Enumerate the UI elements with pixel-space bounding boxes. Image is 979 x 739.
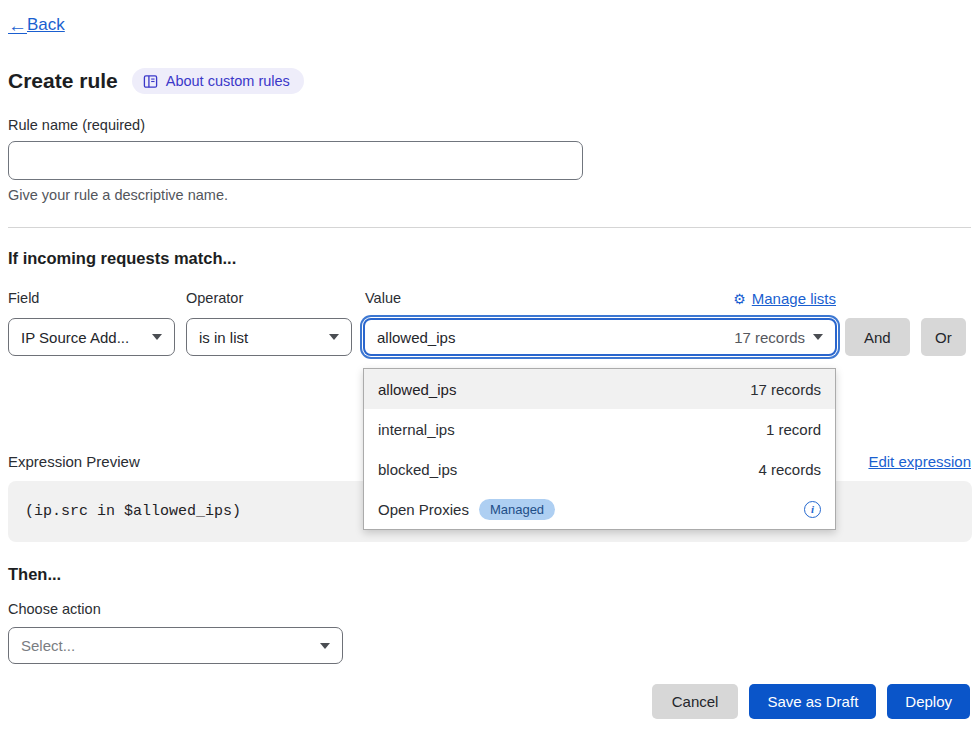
save-as-draft-button[interactable]: Save as Draft [749, 684, 876, 719]
dropdown-item-internal-ips[interactable]: internal_ips 1 record [364, 409, 835, 449]
dropdown-item-meta: 1 record [766, 421, 821, 438]
chevron-down-icon [320, 643, 330, 649]
page-title: Create rule [8, 69, 118, 93]
action-select-placeholder: Select... [21, 637, 75, 654]
create-rule-page: ← Back Create rule About custom rules Ru… [0, 0, 979, 739]
section-divider [8, 227, 971, 228]
action-select[interactable]: Select... [8, 627, 343, 664]
operator-select-value: is in list [199, 329, 248, 346]
managed-badge: Managed [479, 499, 555, 520]
value-select[interactable]: allowed_ips 17 records [363, 318, 837, 356]
dropdown-item-blocked-ips[interactable]: blocked_ips 4 records [364, 449, 835, 489]
rule-name-input[interactable] [8, 141, 583, 180]
back-arrow-icon: ← [8, 16, 27, 35]
deploy-button[interactable]: Deploy [887, 684, 970, 719]
field-label: Field [8, 290, 39, 306]
dropdown-item-meta: 4 records [758, 461, 821, 478]
dropdown-item-meta: 17 records [750, 381, 821, 398]
expression-preview-label: Expression Preview [8, 453, 140, 470]
book-icon [143, 74, 158, 89]
dropdown-item-name: Open Proxies [378, 501, 469, 518]
dropdown-item-name: internal_ips [378, 421, 455, 438]
about-custom-rules-badge[interactable]: About custom rules [132, 68, 304, 94]
gear-icon: ⚙ [733, 291, 746, 307]
and-button[interactable]: And [845, 318, 910, 356]
back-label: Back [27, 15, 65, 35]
info-icon[interactable]: i [804, 501, 821, 518]
cancel-button[interactable]: Cancel [652, 684, 739, 719]
manage-lists-link[interactable]: ⚙ Manage lists [733, 290, 836, 307]
chevron-down-icon [813, 334, 823, 340]
dropdown-item-name: blocked_ips [378, 461, 457, 478]
match-section-heading: If incoming requests match... [8, 249, 236, 268]
chevron-down-icon [329, 334, 339, 340]
edit-expression-link[interactable]: Edit expression [868, 453, 971, 470]
manage-lists-label: Manage lists [752, 290, 836, 307]
or-button[interactable]: Or [921, 318, 966, 356]
dropdown-item-allowed-ips[interactable]: allowed_ips 17 records [364, 369, 835, 409]
value-dropdown-menu: allowed_ips 17 records internal_ips 1 re… [363, 368, 836, 530]
dropdown-item-name: allowed_ips [378, 381, 456, 398]
rule-name-helper: Give your rule a descriptive name. [8, 187, 228, 203]
value-select-value: allowed_ips [377, 329, 455, 346]
rule-name-label: Rule name (required) [8, 117, 145, 133]
expression-code: (ip.src in $allowed_ips) [25, 503, 241, 520]
back-link[interactable]: ← Back [8, 15, 65, 35]
value-label: Value [365, 290, 401, 306]
dropdown-item-open-proxies[interactable]: Open Proxies Managed i [364, 489, 835, 529]
badge-label: About custom rules [166, 73, 290, 89]
value-select-meta: 17 records [734, 329, 805, 346]
chevron-down-icon [152, 334, 162, 340]
field-select[interactable]: IP Source Add... [8, 318, 175, 356]
field-select-value: IP Source Add... [21, 329, 129, 346]
choose-action-label: Choose action [8, 601, 101, 617]
then-section-heading: Then... [8, 565, 61, 584]
operator-select[interactable]: is in list [186, 318, 352, 356]
operator-label: Operator [186, 290, 243, 306]
